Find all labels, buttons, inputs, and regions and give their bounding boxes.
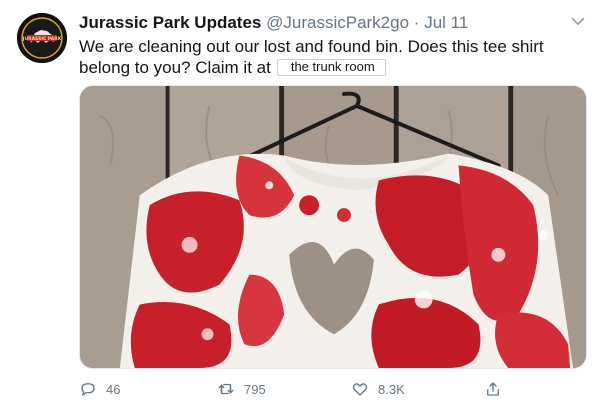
share-icon (487, 382, 499, 396)
tweet-header: Jurassic Park Updates @JurassicPark2go ·… (79, 12, 468, 34)
user-handle[interactable]: @JurassicPark2go (266, 13, 409, 32)
reply-count: 46 (106, 381, 121, 397)
reply-button[interactable]: 46 (79, 377, 120, 401)
retweet-count: 795 (244, 381, 266, 397)
trunk-room-link[interactable]: the trunk room (276, 59, 386, 76)
heart-icon (352, 383, 368, 396)
like-count: 8.3K (378, 381, 405, 397)
bloody-shirt (119, 153, 574, 368)
like-button[interactable]: 8.3K (351, 377, 405, 401)
retweet-button[interactable]: 795 (217, 377, 266, 401)
jurassic-park-logo: JURASSIC PARK (17, 13, 67, 63)
retweet-icon (218, 383, 234, 395)
share-button[interactable] (484, 377, 511, 401)
tweet-actions: 46 795 8.3K (79, 377, 589, 401)
separator: · (413, 13, 420, 32)
tweet-date[interactable]: Jul 11 (424, 13, 468, 32)
svg-text:JURASSIC PARK: JURASSIC PARK (22, 36, 62, 42)
reply-icon (81, 383, 95, 396)
avatar[interactable]: JURASSIC PARK (17, 13, 67, 63)
tweet-image[interactable] (79, 85, 587, 369)
tweet-text: We are cleaning out our lost and found b… (79, 36, 589, 78)
display-name[interactable]: Jurassic Park Updates (79, 13, 261, 32)
chevron-down-icon[interactable] (569, 14, 587, 28)
